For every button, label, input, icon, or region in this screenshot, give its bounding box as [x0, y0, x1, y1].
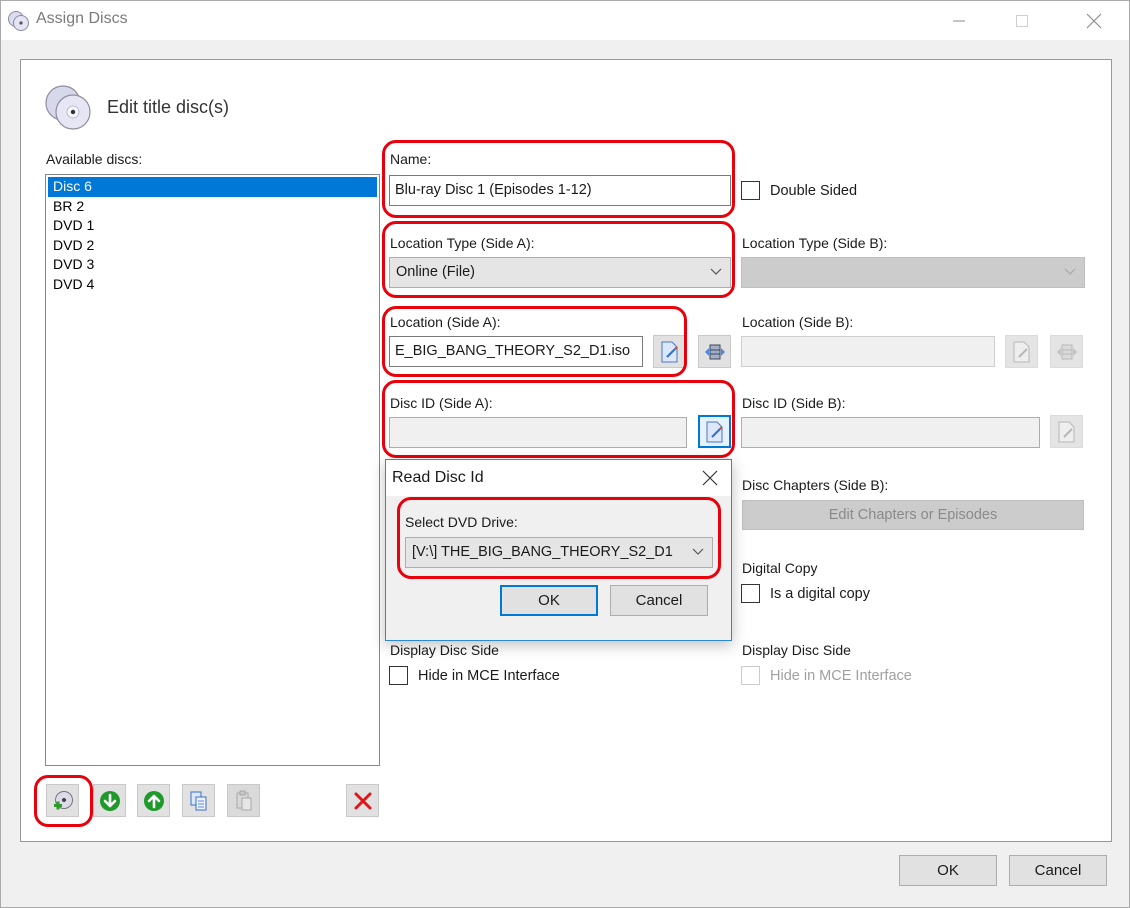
location-type-a-select[interactable]: Online (File)	[389, 257, 731, 288]
is-digital-copy-checkbox[interactable]: Is a digital copy	[741, 584, 870, 603]
location-type-b-select[interactable]	[741, 257, 1085, 288]
name-label: Name:	[390, 151, 432, 167]
edit-document-icon	[1058, 421, 1074, 442]
move-up-button[interactable]	[137, 784, 170, 817]
location-type-a-label: Location Type (Side A):	[390, 235, 535, 251]
disc-list-item[interactable]: BR 2	[48, 197, 377, 217]
chevron-down-icon	[692, 548, 704, 555]
hide-mce-b-checkbox[interactable]: Hide in MCE Interface	[741, 666, 912, 685]
dialog-title: Read Disc Id	[392, 469, 484, 486]
disc-id-b-input[interactable]	[741, 417, 1040, 448]
close-button[interactable]	[1071, 1, 1117, 40]
assign-discs-window: Assign Discs Edit title disc(s) Availabl…	[0, 0, 1130, 908]
film-icon	[1056, 344, 1077, 359]
add-disc-button[interactable]	[46, 784, 79, 817]
available-discs-label: Available discs:	[46, 151, 143, 167]
hide-mce-a-label: Hide in MCE Interface	[418, 667, 560, 684]
location-b-input[interactable]	[741, 336, 995, 367]
arrow-up-icon	[143, 790, 164, 811]
disc-list-item[interactable]: DVD 3	[48, 255, 377, 275]
discs-icon	[7, 10, 31, 32]
hide-mce-a-box[interactable]	[389, 666, 408, 685]
disc-list-item[interactable]: DVD 1	[48, 216, 377, 236]
close-icon	[1086, 13, 1102, 28]
double-sided-box[interactable]	[741, 181, 760, 200]
disc-chapters-b-label: Disc Chapters (Side B):	[742, 477, 889, 493]
window-title: Assign Discs	[36, 10, 128, 27]
display-disc-side-b-label: Display Disc Side	[742, 642, 851, 658]
dialog-ok-button[interactable]: OK	[500, 585, 598, 616]
edit-document-icon	[1013, 341, 1029, 362]
maximize-button[interactable]	[999, 1, 1045, 40]
disc-id-b-label: Disc ID (Side B):	[742, 395, 846, 411]
digital-copy-label: Digital Copy	[742, 560, 818, 576]
is-digital-copy-label: Is a digital copy	[770, 585, 870, 602]
disc-list-item[interactable]: DVD 4	[48, 275, 377, 295]
hide-mce-b-box[interactable]	[741, 666, 760, 685]
disc-list-item[interactable]: Disc 6	[48, 177, 377, 197]
paste-icon	[236, 790, 251, 810]
read-disc-id-a-button[interactable]	[698, 415, 731, 448]
hide-mce-a-checkbox[interactable]: Hide in MCE Interface	[389, 666, 560, 685]
disc-id-a-label: Disc ID (Side A):	[390, 395, 493, 411]
location-a-input[interactable]: E_BIG_BANG_THEORY_S2_D1.iso	[389, 336, 643, 367]
hide-mce-b-label: Hide in MCE Interface	[770, 667, 912, 684]
edit-document-icon	[706, 421, 723, 442]
close-icon	[702, 470, 718, 486]
minimize-icon	[953, 20, 965, 21]
maximize-icon	[1016, 14, 1028, 27]
browse-location-b-button[interactable]	[1005, 335, 1038, 368]
disc-list-item[interactable]: DVD 2	[48, 236, 377, 256]
discs-icon	[43, 83, 99, 133]
double-sided-checkbox[interactable]: Double Sided	[741, 181, 857, 200]
available-discs-list[interactable]: Disc 6 BR 2 DVD 1 DVD 2 DVD 3 DVD 4	[45, 174, 380, 766]
move-down-button[interactable]	[93, 784, 126, 817]
mount-location-b-button[interactable]	[1050, 335, 1083, 368]
location-a-label: Location (Side A):	[390, 314, 501, 330]
location-type-b-label: Location Type (Side B):	[742, 235, 888, 251]
name-input[interactable]: Blu-ray Disc 1 (Episodes 1-12)	[389, 175, 731, 206]
page-title: Edit title disc(s)	[107, 97, 230, 117]
paste-button[interactable]	[227, 784, 260, 817]
is-digital-copy-box[interactable]	[741, 584, 760, 603]
minimize-button[interactable]	[936, 1, 982, 40]
browse-location-a-button[interactable]	[653, 335, 686, 368]
disc-id-a-input[interactable]	[389, 417, 687, 448]
read-disc-id-b-button[interactable]	[1050, 415, 1083, 448]
drive-select[interactable]: [V:\] THE_BIG_BANG_THEORY_S2_D1	[405, 537, 713, 568]
dialog-close-button[interactable]	[699, 467, 721, 489]
cancel-button[interactable]: Cancel	[1009, 855, 1107, 886]
location-type-a-value: Online (File)	[396, 264, 475, 280]
copy-button[interactable]	[182, 784, 215, 817]
dialog-title-bar: Read Disc Id	[386, 460, 731, 496]
select-drive-label: Select DVD Drive:	[405, 514, 518, 530]
chevron-down-icon	[1064, 268, 1076, 275]
copy-icon	[190, 791, 206, 810]
drive-select-value: [V:\] THE_BIG_BANG_THEORY_S2_D1	[412, 544, 673, 560]
edit-document-icon	[661, 341, 678, 362]
mount-location-a-button[interactable]	[698, 335, 731, 368]
double-sided-label: Double Sided	[770, 182, 858, 199]
arrow-down-icon	[99, 790, 120, 811]
display-disc-side-a-label: Display Disc Side	[390, 642, 499, 658]
delete-icon	[354, 792, 371, 809]
delete-button[interactable]	[346, 784, 379, 817]
read-disc-id-dialog: Read Disc Id Select DVD Drive: [V:\] THE…	[385, 459, 732, 641]
chevron-down-icon	[710, 268, 722, 275]
dialog-cancel-button[interactable]: Cancel	[610, 585, 708, 616]
add-disc-icon	[53, 790, 73, 809]
film-icon	[704, 344, 725, 359]
ok-button[interactable]: OK	[899, 855, 997, 886]
edit-chapters-b-button[interactable]: Edit Chapters or Episodes	[742, 500, 1084, 530]
title-bar: Assign Discs	[1, 1, 1129, 40]
location-b-label: Location (Side B):	[742, 314, 854, 330]
